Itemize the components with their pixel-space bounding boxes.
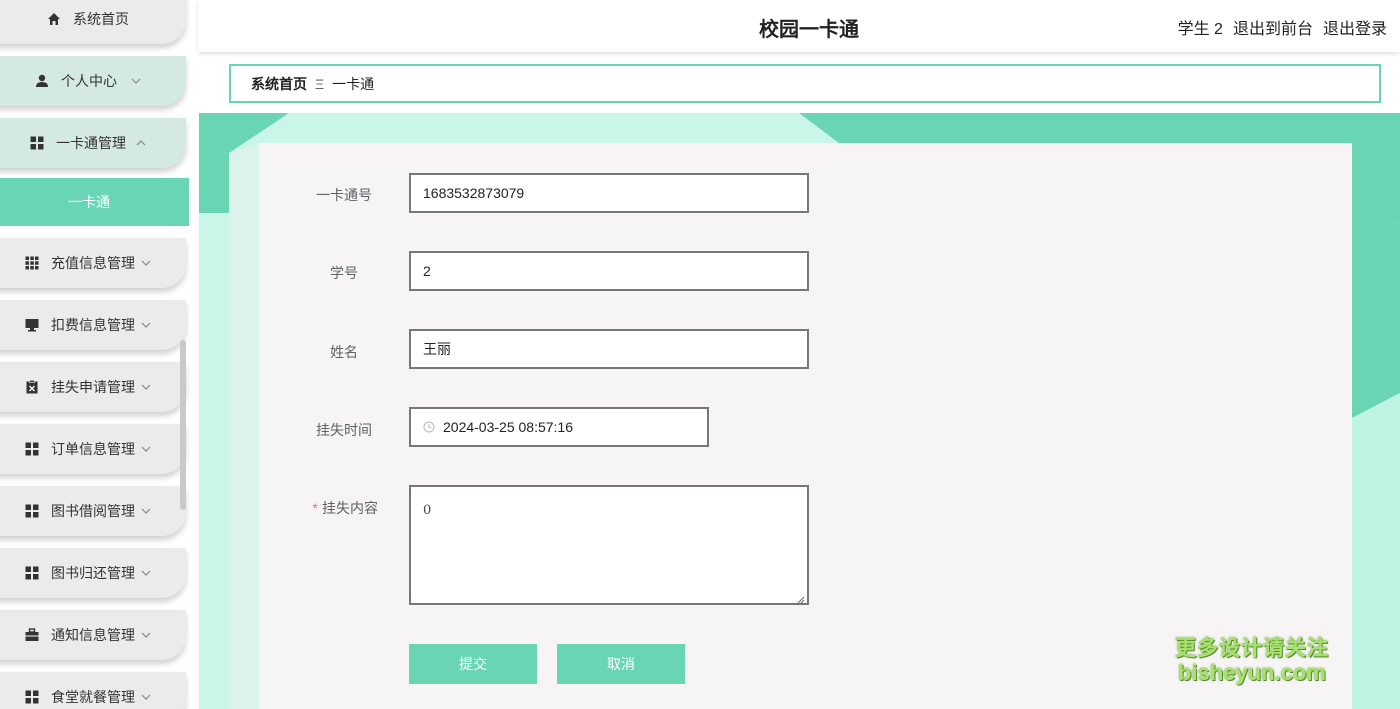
- chevron-down-icon: [141, 258, 151, 268]
- logout-link[interactable]: 退出登录: [1323, 15, 1387, 39]
- sidebar: 系统首页 个人中心 一卡通管理 一卡通 充值信息管理 扣费信息管理 挂失申请管理…: [0, 0, 190, 709]
- chevron-down-icon: [141, 692, 151, 702]
- clipboard-x-icon: [25, 380, 39, 394]
- exit-to-front-link[interactable]: 退出到前台: [1233, 15, 1313, 39]
- loss-content-label-text: 挂失内容: [322, 500, 378, 516]
- breadcrumb-home[interactable]: 系统首页: [251, 74, 307, 94]
- sidebar-item-label: 订单信息管理: [51, 441, 135, 457]
- grid-icon: [25, 566, 39, 580]
- loss-time-value: 2024-03-25 08:57:16: [443, 419, 573, 435]
- chevron-down-icon: [141, 506, 151, 516]
- loss-time-label: 挂失时间: [316, 422, 372, 438]
- breadcrumb-current: 一卡通: [332, 75, 375, 92]
- sidebar-item-book-borrow[interactable]: 图书借阅管理: [0, 486, 186, 536]
- card-no-label: 一卡通号: [316, 187, 372, 203]
- chevron-up-icon: [136, 138, 146, 148]
- breadcrumb-separator: Ξ: [315, 75, 325, 92]
- sidebar-item-label: 图书借阅管理: [51, 503, 135, 519]
- loss-content-label: * 挂失内容: [278, 498, 378, 518]
- sidebar-item-label: 充值信息管理: [51, 255, 135, 271]
- briefcase-icon: [25, 628, 39, 642]
- chevron-down-icon: [131, 76, 141, 86]
- sidebar-item-label: 一卡通管理: [56, 135, 126, 151]
- chevron-down-icon: [141, 444, 151, 454]
- student-no-input[interactable]: 2: [409, 251, 809, 291]
- sidebar-subitem-card[interactable]: 一卡通: [0, 178, 189, 226]
- user-icon: [35, 74, 49, 88]
- sidebar-item-home[interactable]: 系统首页: [0, 0, 186, 44]
- current-user: 学生 2: [1177, 21, 1223, 38]
- sidebar-item-label: 通知信息管理: [51, 627, 135, 643]
- chevron-down-icon: [141, 320, 151, 330]
- cancel-button[interactable]: 取消: [557, 644, 685, 684]
- chevron-down-icon: [141, 568, 151, 578]
- sidebar-item-label: 食堂就餐管理: [51, 689, 135, 705]
- resize-handle-icon[interactable]: [797, 593, 805, 604]
- student-no-label: 学号: [330, 265, 358, 281]
- watermark: 更多设计请关注 bisheyun.com: [1172, 632, 1332, 686]
- monitor-icon: [25, 318, 39, 332]
- loss-time-picker[interactable]: 2024-03-25 08:57:16: [409, 407, 709, 447]
- watermark-line1: 更多设计请关注: [1175, 637, 1329, 660]
- sidebar-item-label: 个人中心: [61, 73, 117, 89]
- grid-icon: [25, 690, 39, 704]
- name-label: 姓名: [330, 344, 358, 360]
- breadcrumb: 系统首页 Ξ 一卡通: [229, 64, 1381, 103]
- loss-content-textarea[interactable]: 0: [409, 485, 809, 605]
- grid-icon: [25, 504, 39, 518]
- sidebar-item-label: 系统首页: [73, 11, 129, 27]
- chevron-down-icon: [141, 630, 151, 640]
- grid-icon: [30, 136, 44, 150]
- sidebar-item-label: 扣费信息管理: [51, 317, 135, 333]
- home-icon: [47, 12, 61, 26]
- sidebar-item-notices[interactable]: 通知信息管理: [0, 610, 186, 660]
- required-star: *: [312, 500, 318, 516]
- sidebar-item-label: 挂失申请管理: [51, 379, 135, 395]
- submit-button[interactable]: 提交: [409, 644, 537, 684]
- sidebar-item-recharge[interactable]: 充值信息管理: [0, 238, 186, 288]
- sidebar-item-card-management[interactable]: 一卡通管理: [0, 118, 186, 168]
- card-no-input[interactable]: 1683532873079: [409, 173, 809, 213]
- sidebar-item-label: 图书归还管理: [51, 565, 135, 581]
- loss-content-value: 0: [423, 503, 432, 518]
- name-input[interactable]: 王丽: [409, 329, 809, 369]
- clock-icon: [423, 421, 435, 433]
- sidebar-item-book-return[interactable]: 图书归还管理: [0, 548, 186, 598]
- sidebar-item-canteen[interactable]: 食堂就餐管理: [0, 672, 186, 709]
- sidebar-item-loss-report[interactable]: 挂失申请管理: [0, 362, 186, 412]
- sidebar-item-orders[interactable]: 订单信息管理: [0, 424, 186, 474]
- sidebar-item-personal[interactable]: 个人中心: [0, 56, 186, 106]
- top-bar: 校园一卡通 学生 2 退出到前台 退出登录: [198, 0, 1400, 52]
- grid-icon: [25, 442, 39, 456]
- grid9-icon: [25, 256, 39, 270]
- chevron-down-icon: [141, 382, 151, 392]
- sidebar-item-deduction[interactable]: 扣费信息管理: [0, 300, 186, 350]
- top-right-menu: 学生 2 退出到前台 退出登录: [1178, 15, 1387, 39]
- sidebar-scrollbar[interactable]: [180, 340, 186, 510]
- watermark-line2: bisheyun.com: [1178, 660, 1326, 685]
